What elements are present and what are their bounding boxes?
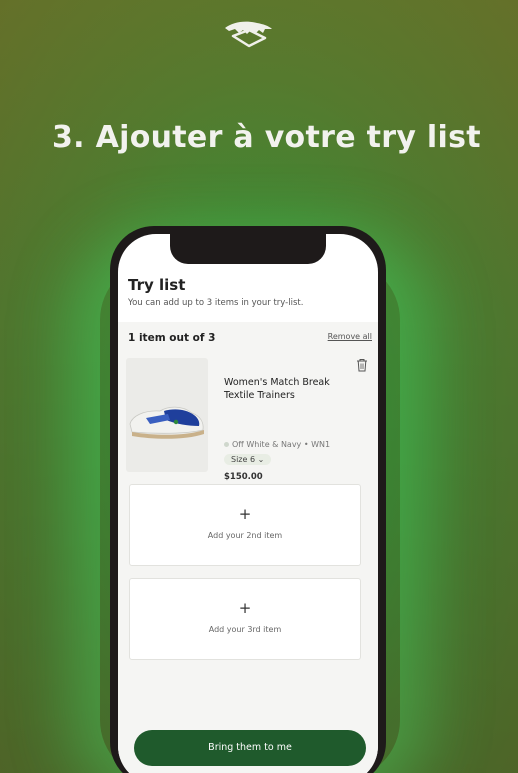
crocodile-logo-icon <box>225 21 272 48</box>
item-color: Off White & Navy • WN1 <box>224 440 330 449</box>
add-2nd-item-label: Add your 2nd item <box>207 531 283 540</box>
plus-icon: + <box>238 599 252 617</box>
try-list-section: 1 item out of 3 Remove all Women's Match… <box>118 322 378 773</box>
plus-icon: + <box>238 505 252 523</box>
phone-screen: Try list You can add up to 3 items in yo… <box>118 234 378 773</box>
promo-screen: 3. Ajouter à votre try list Try list You… <box>0 0 518 773</box>
add-2nd-item-slot[interactable]: + Add your 2nd item <box>129 484 361 566</box>
remove-all-link[interactable]: Remove all <box>328 332 372 341</box>
try-list-subtitle: You can add up to 3 items in your try-li… <box>128 298 304 308</box>
item-color-label: Off White & Navy • WN1 <box>232 440 331 449</box>
page-headline: 3. Ajouter à votre try list <box>52 120 481 155</box>
bring-them-to-me-button[interactable]: Bring them to me <box>134 730 366 766</box>
phone-notch <box>170 234 326 264</box>
item-name[interactable]: Women's Match Break Textile Trainers <box>224 376 354 402</box>
trash-icon[interactable] <box>356 358 368 372</box>
item-count: 1 item out of 3 <box>128 332 216 344</box>
add-3rd-item-label: Add your 3rd item <box>208 625 282 634</box>
try-list-title: Try list <box>128 276 186 294</box>
sneaker-image <box>126 358 208 472</box>
color-swatch <box>224 442 229 447</box>
phone-mockup: Try list You can add up to 3 items in yo… <box>110 226 386 773</box>
add-3rd-item-slot[interactable]: + Add your 3rd item <box>129 578 361 660</box>
item-price: $150.00 <box>224 472 263 482</box>
size-selector[interactable]: Size 6 ⌄ <box>224 454 272 465</box>
try-list-item[interactable]: Women's Match Break Textile Trainers Off… <box>126 358 372 482</box>
